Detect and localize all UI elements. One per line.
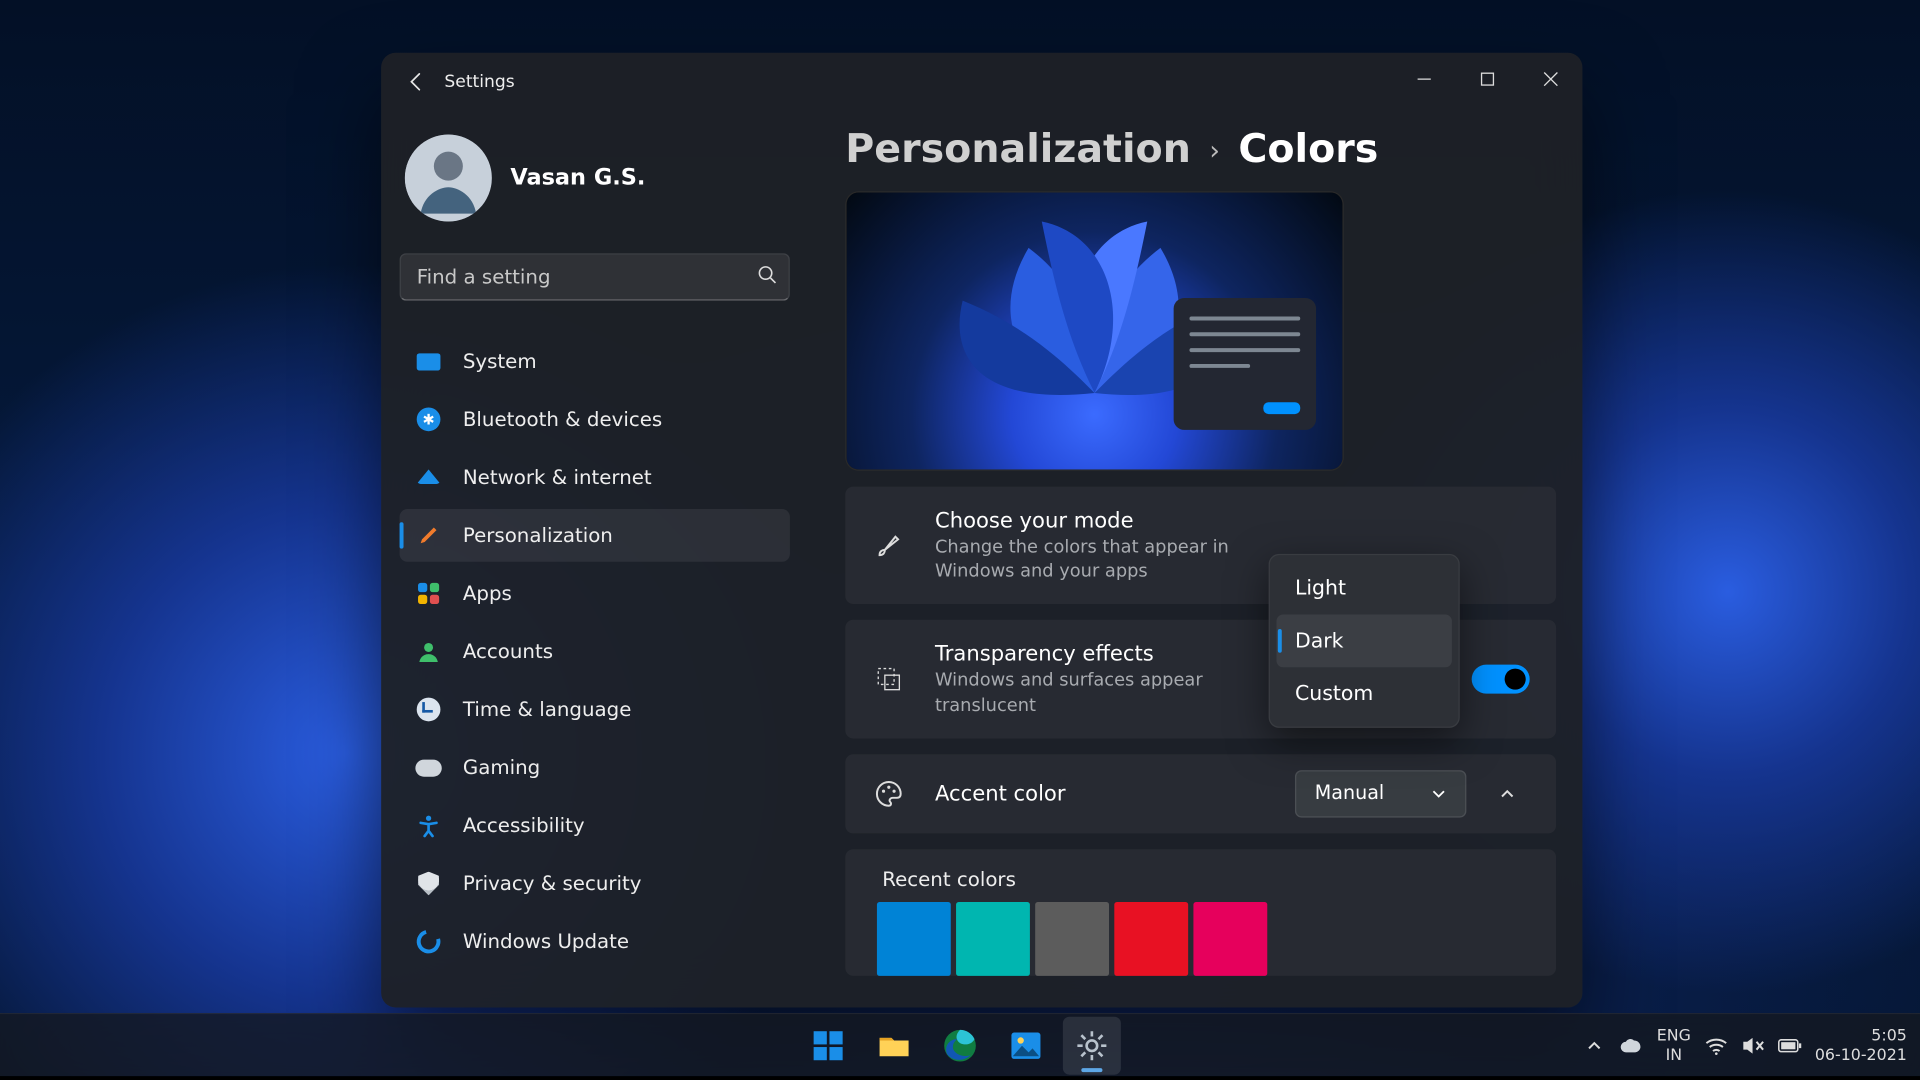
paintbrush-icon	[415, 522, 441, 548]
settings-window: Settings Vasan G.S.	[381, 53, 1582, 1008]
maximize-button[interactable]	[1456, 53, 1519, 106]
mode-option-light[interactable]: Light	[1277, 562, 1452, 615]
apps-icon	[415, 580, 441, 606]
update-icon	[415, 928, 441, 954]
search-input[interactable]	[400, 253, 790, 300]
bluetooth-icon: ✱	[415, 406, 441, 432]
close-button[interactable]	[1519, 53, 1582, 106]
tray-expand-icon[interactable]	[1583, 1033, 1607, 1057]
color-swatch[interactable]	[1193, 902, 1267, 976]
sidebar-item-label: Gaming	[463, 756, 540, 780]
color-swatch[interactable]	[877, 902, 951, 976]
sidebar-item-time[interactable]: Time & language	[400, 683, 790, 736]
person-icon	[415, 638, 441, 664]
card-title: Choose your mode	[935, 508, 1530, 533]
wifi-icon	[415, 464, 441, 490]
battery-icon[interactable]	[1778, 1033, 1802, 1057]
brush-icon	[872, 528, 906, 562]
file-explorer-button[interactable]	[865, 1016, 923, 1074]
color-swatch[interactable]	[956, 902, 1030, 976]
transparency-toggle[interactable]	[1472, 665, 1530, 694]
sidebar-item-personalization[interactable]: Personalization	[400, 509, 790, 562]
profile-name: Vasan G.S.	[510, 165, 645, 191]
sidebar-item-network[interactable]: Network & internet	[400, 451, 790, 504]
profile-block[interactable]: Vasan G.S.	[400, 127, 790, 240]
breadcrumb-parent[interactable]: Personalization	[845, 127, 1191, 173]
collapse-button[interactable]	[1485, 771, 1530, 816]
sidebar-item-label: Windows Update	[463, 930, 629, 954]
titlebar: Settings	[381, 53, 1582, 111]
sidebar-item-label: Accounts	[463, 640, 553, 664]
sidebar: Vasan G.S. System ✱ Bluetooth & devices N…	[381, 111, 808, 1008]
sidebar-item-bluetooth[interactable]: ✱ Bluetooth & devices	[400, 393, 790, 446]
sidebar-item-label: Personalization	[463, 524, 613, 548]
accent-mode-select[interactable]: Manual	[1295, 770, 1466, 817]
search-icon	[757, 264, 777, 289]
wifi-icon[interactable]	[1704, 1033, 1728, 1057]
mode-dropdown: Light Dark Custom	[1269, 554, 1460, 728]
clock-icon	[415, 696, 441, 722]
select-value: Manual	[1315, 783, 1384, 804]
accessibility-icon	[415, 812, 441, 838]
mode-option-dark[interactable]: Dark	[1277, 615, 1452, 668]
card-title: Accent color	[935, 781, 1266, 806]
app-title: Settings	[444, 72, 514, 92]
sidebar-item-system[interactable]: System	[400, 335, 790, 388]
sidebar-item-label: Apps	[463, 582, 512, 606]
color-swatch[interactable]	[1114, 902, 1188, 976]
sidebar-item-gaming[interactable]: Gaming	[400, 741, 790, 794]
sidebar-item-accessibility[interactable]: Accessibility	[400, 799, 790, 852]
chevron-right-icon: ›	[1209, 134, 1220, 166]
taskbar: ENG IN 5:05 06-10-2021	[0, 1013, 1920, 1076]
chevron-down-icon	[1431, 786, 1447, 802]
recent-colors-title: Recent colors	[877, 868, 1524, 892]
mode-option-custom[interactable]: Custom	[1277, 667, 1452, 720]
sidebar-item-label: Privacy & security	[463, 872, 642, 896]
recent-colors-section: Recent colors	[845, 849, 1556, 976]
sidebar-item-label: Time & language	[463, 698, 632, 722]
settings-button[interactable]	[1063, 1016, 1121, 1074]
sidebar-item-label: System	[463, 349, 537, 373]
nav-list: System ✱ Bluetooth & devices Network & in…	[400, 335, 790, 968]
transparency-icon	[872, 662, 906, 696]
sidebar-item-label: Bluetooth & devices	[463, 407, 662, 431]
avatar	[405, 135, 492, 222]
clock[interactable]: 5:05 06-10-2021	[1815, 1025, 1907, 1065]
preview-pane	[845, 191, 1343, 471]
gamepad-icon	[415, 754, 441, 780]
start-button[interactable]	[799, 1016, 857, 1074]
onedrive-icon[interactable]	[1620, 1033, 1644, 1057]
volume-mute-icon[interactable]	[1741, 1033, 1765, 1057]
sidebar-item-label: Network & internet	[463, 466, 652, 490]
palette-icon	[872, 777, 906, 811]
back-button[interactable]	[394, 59, 439, 104]
color-swatch[interactable]	[1035, 902, 1109, 976]
sidebar-item-apps[interactable]: Apps	[400, 567, 790, 620]
sidebar-item-label: Accessibility	[463, 814, 585, 838]
card-subtitle: Change the colors that appear in Windows…	[935, 535, 1278, 583]
accent-color-card: Accent color Manual	[845, 754, 1556, 833]
card-subtitle: Windows and surfaces appear translucent	[935, 669, 1278, 717]
language-indicator[interactable]: ENG IN	[1657, 1025, 1691, 1065]
shield-icon	[415, 870, 441, 896]
page-title: Colors	[1238, 127, 1378, 173]
sidebar-item-update[interactable]: Windows Update	[400, 915, 790, 968]
photos-button[interactable]	[997, 1016, 1055, 1074]
breadcrumb: Personalization › Colors	[845, 127, 1556, 173]
preview-window-card	[1174, 298, 1316, 430]
sidebar-item-accounts[interactable]: Accounts	[400, 625, 790, 678]
main-content: Personalization › Colors	[808, 111, 1582, 1008]
minimize-button[interactable]	[1393, 53, 1456, 106]
monitor-icon	[415, 348, 441, 374]
edge-button[interactable]	[931, 1016, 989, 1074]
sidebar-item-privacy[interactable]: Privacy & security	[400, 857, 790, 910]
